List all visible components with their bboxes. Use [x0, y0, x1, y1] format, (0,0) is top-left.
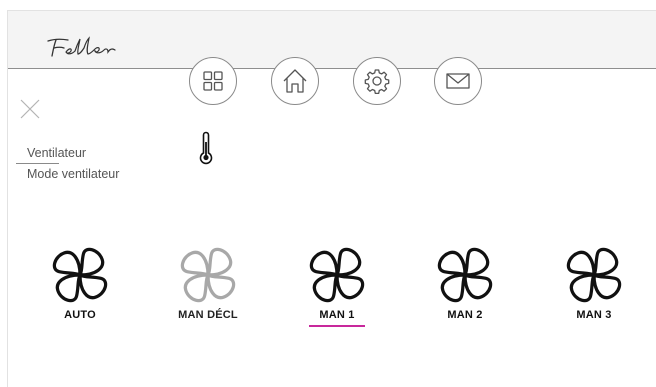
fan-mode-label: MAN 2	[447, 309, 483, 321]
selected-indicator	[309, 325, 365, 327]
fan-mode-label: AUTO	[64, 309, 96, 321]
home-icon	[283, 69, 307, 93]
fan-mode-label: MAN 1	[319, 309, 355, 321]
fan-icon	[437, 247, 493, 303]
fan-mode-auto[interactable]: AUTO	[25, 244, 135, 344]
fan-mode-label: MAN 3	[576, 309, 612, 321]
breadcrumb-current: Mode ventilateur	[27, 167, 120, 181]
nav-settings-button[interactable]	[353, 57, 401, 105]
close-icon[interactable]	[18, 97, 42, 121]
header-bar	[8, 11, 656, 68]
fan-mode-man-décl[interactable]: MAN DÉCL	[153, 244, 263, 344]
nav-home-button[interactable]	[271, 57, 319, 105]
nav-apps-button[interactable]	[189, 57, 237, 105]
thermometer-icon	[199, 131, 213, 165]
fan-icon	[180, 247, 236, 303]
grid-icon	[203, 71, 223, 91]
fan-mode-label: MAN DÉCL	[178, 309, 238, 321]
breadcrumb-divider	[16, 163, 59, 164]
fan-icon	[309, 247, 365, 303]
fan-mode-man-2[interactable]: MAN 2	[410, 244, 520, 344]
nav-line	[8, 68, 656, 69]
fan-icon	[566, 247, 622, 303]
fan-mode-man-3[interactable]: MAN 3	[539, 244, 649, 344]
feller-logo	[47, 36, 116, 57]
nav-messages-button[interactable]	[434, 57, 482, 105]
gear-icon	[364, 69, 390, 95]
fan-mode-man-1[interactable]: MAN 1	[282, 244, 392, 344]
mail-icon	[446, 73, 470, 89]
breadcrumb-parent[interactable]: Ventilateur	[27, 146, 86, 160]
fan-icon	[52, 247, 108, 303]
